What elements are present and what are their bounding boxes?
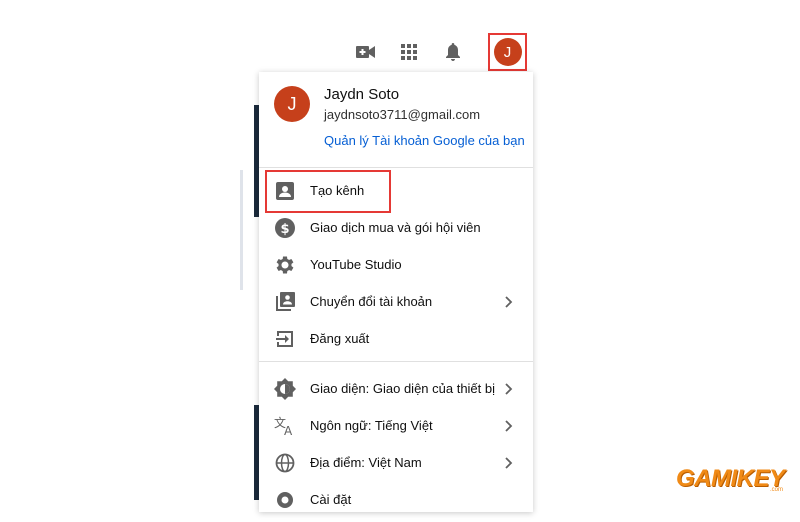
chevron-right-icon [503, 419, 515, 432]
chevron-right-icon [503, 382, 515, 395]
account-header: J Jaydn Soto jaydnsoto3711@gmail.com Quả… [259, 72, 533, 167]
gear-icon [274, 254, 296, 276]
menu-item-label: Tạo kênh [310, 183, 365, 198]
menu-item-create-channel[interactable]: Tạo kênh [259, 172, 533, 209]
menu-item-label: Giao diện: Giao diện của thiết bị [310, 381, 496, 396]
chevron-right-icon [503, 456, 515, 469]
background-line [240, 170, 243, 290]
globe-icon [274, 452, 296, 474]
menu-section-settings: Giao diện: Giao diện của thiết bị 文A Ngô… [259, 362, 533, 522]
apps-grid-icon[interactable] [397, 40, 421, 64]
svg-text:A: A [284, 424, 293, 436]
menu-item-label: Đăng xuất [310, 331, 370, 346]
menu-item-label: Giao dịch mua và gói hội viên [310, 220, 481, 235]
user-name: Jaydn Soto [324, 86, 400, 103]
chevron-right-icon [503, 295, 515, 308]
manage-google-account-link[interactable]: Quản lý Tài khoản Google của bạn [324, 133, 525, 148]
sign-out-icon [274, 328, 296, 350]
gamikey-logo-domain: .com [770, 487, 784, 493]
account-menu: J Jaydn Soto jaydnsoto3711@gmail.com Quả… [259, 72, 533, 512]
svg-text:$: $ [280, 222, 289, 237]
menu-item-sign-out[interactable]: Đăng xuất [259, 320, 533, 357]
menu-item-switch-account[interactable]: Chuyển đổi tài khoản [259, 283, 533, 320]
user-email: jaydnsoto3711@gmail.com [324, 107, 481, 122]
account-box-icon [274, 180, 296, 202]
menu-item-youtube-studio[interactable]: YouTube Studio [259, 246, 533, 283]
avatar: J [493, 38, 522, 66]
menu-item-label: Địa điểm: Việt Nam [310, 455, 422, 470]
account-avatar-button[interactable]: J [488, 33, 527, 71]
menu-item-label: Ngôn ngữ: Tiếng Việt [310, 418, 433, 433]
create-video-icon[interactable] [354, 40, 378, 64]
account-avatar: J [274, 86, 310, 122]
menu-item-label: YouTube Studio [310, 257, 402, 272]
translate-icon: 文A [274, 415, 296, 437]
gamikey-logo: GAMIKEY [676, 465, 785, 492]
dollar-circle-icon: $ [274, 217, 296, 239]
menu-item-label: Chuyển đổi tài khoản [310, 294, 433, 309]
menu-item-location[interactable]: Địa điểm: Việt Nam [259, 444, 533, 481]
menu-item-purchases[interactable]: $ Giao dịch mua và gói hội viên [259, 209, 533, 246]
menu-item-language[interactable]: 文A Ngôn ngữ: Tiếng Việt [259, 407, 533, 444]
menu-section-account: Tạo kênh $ Giao dịch mua và gói hội viên… [259, 168, 533, 361]
appearance-icon [274, 377, 296, 400]
menu-item-appearance[interactable]: Giao diện: Giao diện của thiết bị [259, 370, 533, 407]
switch-account-icon [274, 291, 296, 313]
bell-icon[interactable] [441, 40, 465, 64]
